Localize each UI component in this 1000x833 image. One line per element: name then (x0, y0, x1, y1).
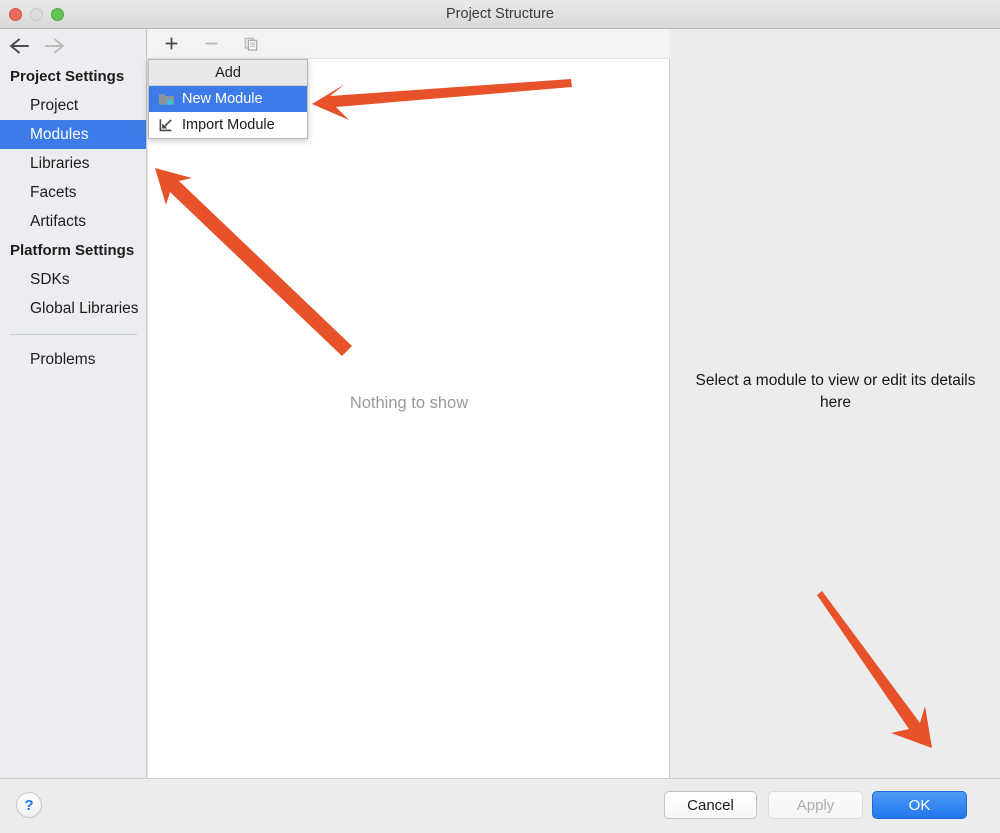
new-module-icon (158, 91, 175, 107)
sidebar-item-global-libraries[interactable]: Global Libraries (0, 294, 146, 323)
menu-header-add: Add (149, 60, 307, 86)
arrow-left-icon[interactable] (8, 36, 30, 56)
copy-button (239, 33, 263, 55)
menu-item-label: Import Module (182, 117, 275, 133)
sidebar-group-platform-settings: Platform Settings (10, 242, 135, 259)
sidebar-item-problems[interactable]: Problems (0, 345, 146, 374)
menu-item-label: New Module (182, 91, 263, 107)
sidebar-item-libraries[interactable]: Libraries (0, 149, 146, 178)
apply-button: Apply (768, 791, 863, 819)
project-structure-window: Project Structure Project Settings Proje… (0, 0, 1000, 833)
menu-item-import-module[interactable]: Import Module (149, 112, 307, 138)
module-details-panel: Select a module to view or edit its deta… (671, 29, 1000, 778)
plus-icon (165, 37, 177, 50)
dialog-body: Project Settings Project Modules Librari… (0, 29, 1000, 778)
ok-button[interactable]: OK (872, 791, 967, 819)
sidebar-group-project-settings: Project Settings (10, 68, 125, 85)
details-placeholder-message: Select a module to view or edit its deta… (695, 372, 976, 411)
sidebar-item-facets[interactable]: Facets (0, 178, 146, 207)
modules-panel: Nothing to show (148, 29, 670, 778)
window-title: Project Structure (446, 6, 554, 22)
copy-icon (244, 37, 258, 51)
sidebar-item-sdks[interactable]: SDKs (0, 265, 146, 294)
title-bar: Project Structure (0, 0, 1000, 29)
add-context-menu: Add New Module Import Module (148, 59, 308, 139)
help-button[interactable]: ? (16, 792, 42, 818)
sidebar-list: Project Settings Project Modules Librari… (0, 62, 146, 374)
modules-toolbar (148, 29, 670, 59)
sidebar-item-project[interactable]: Project (0, 91, 146, 120)
remove-button (199, 33, 223, 55)
add-button[interactable] (159, 33, 183, 55)
settings-sidebar: Project Settings Project Modules Librari… (0, 29, 147, 778)
sidebar-navigation (0, 29, 147, 62)
sidebar-item-modules[interactable]: Modules (0, 120, 146, 149)
import-module-icon (158, 117, 175, 133)
cancel-button[interactable]: Cancel (664, 791, 757, 819)
minus-icon (205, 42, 217, 45)
sidebar-divider (10, 334, 137, 335)
menu-item-new-module[interactable]: New Module (149, 86, 307, 112)
modules-empty-state: Nothing to show (349, 394, 469, 412)
arrow-right-icon (44, 36, 66, 56)
sidebar-item-artifacts[interactable]: Artifacts (0, 207, 146, 236)
